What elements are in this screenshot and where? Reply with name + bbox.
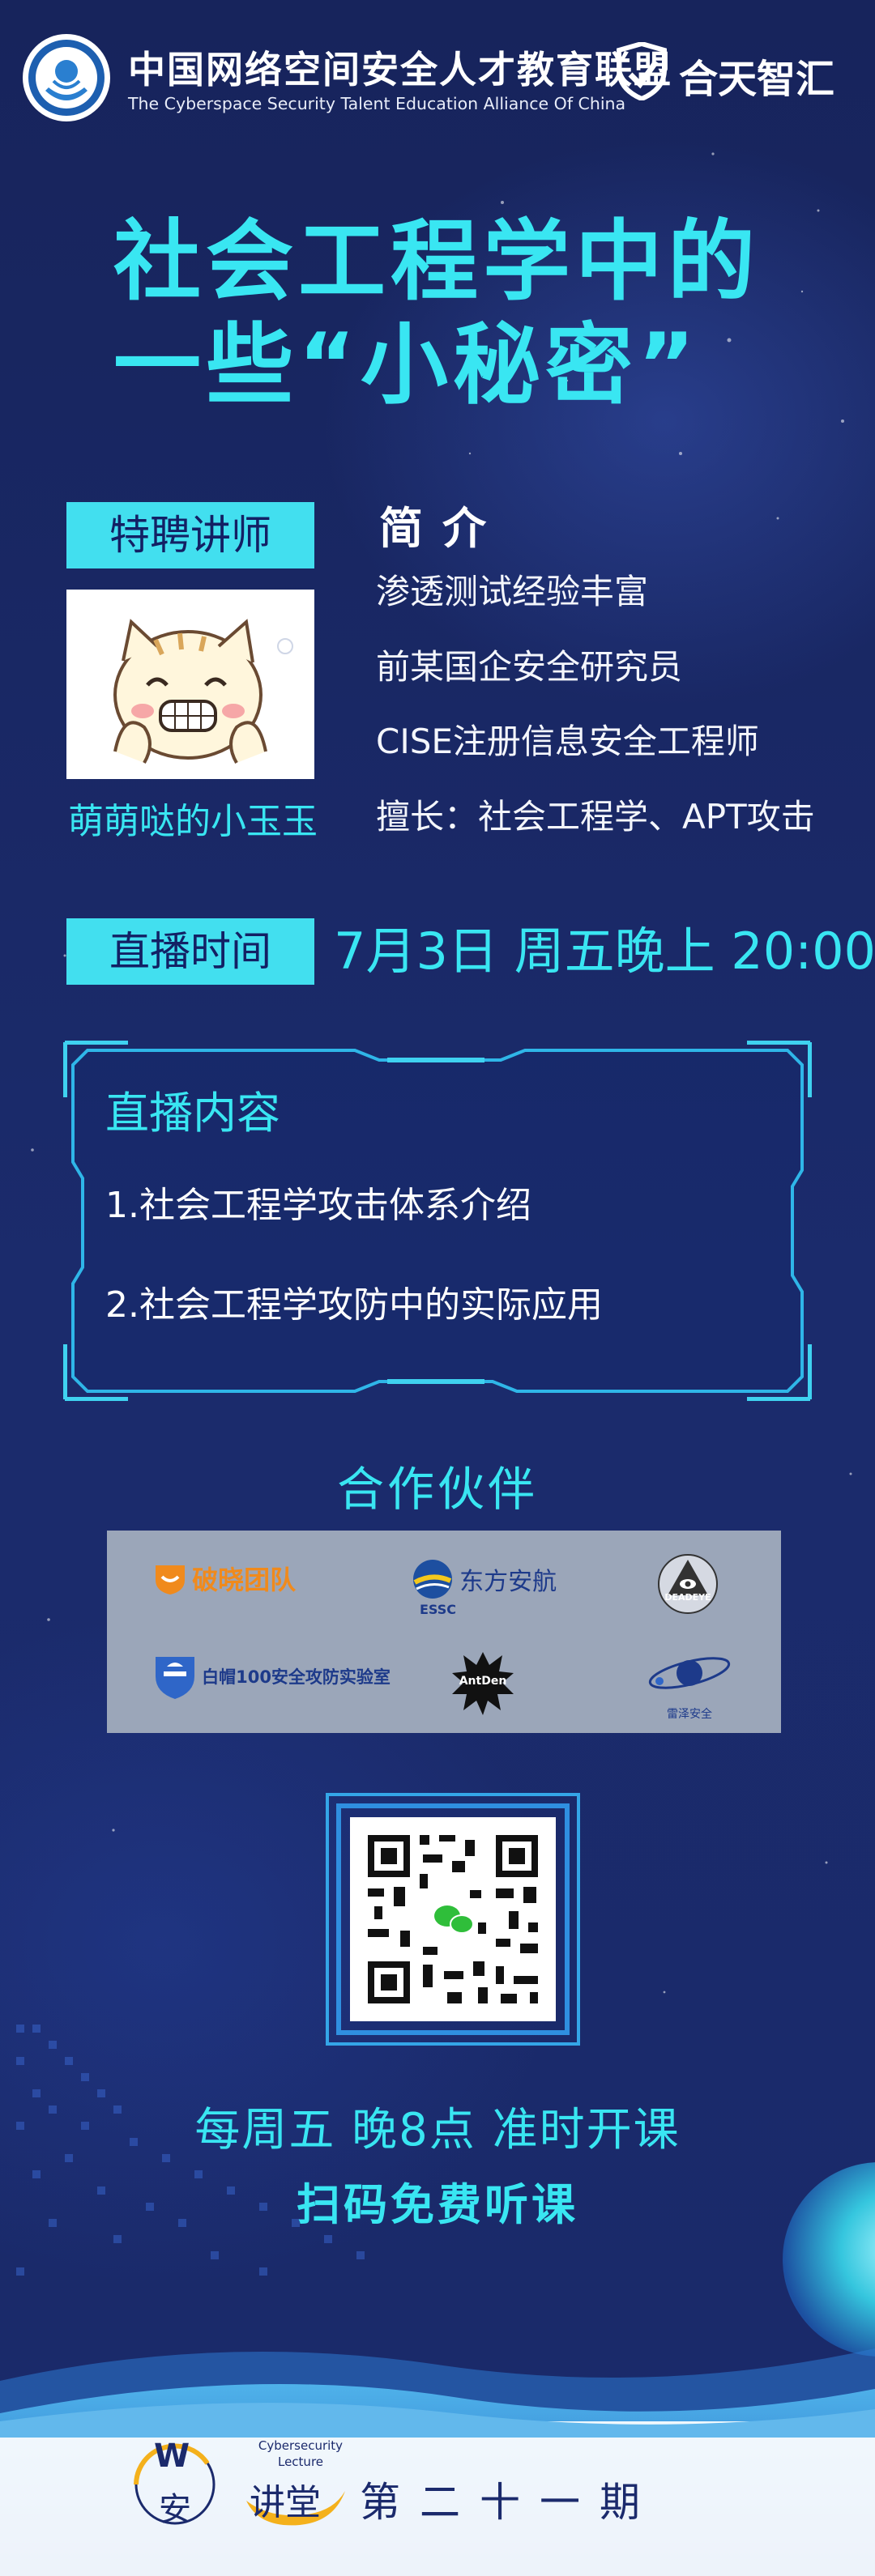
lecturer-avatar (66, 590, 314, 779)
w-letter: W (154, 2438, 190, 2475)
lecture-en-label: Cybersecurity Lecture (258, 2438, 344, 2469)
lecturer-badge: 特聘讲师 (66, 502, 314, 568)
schedule-slogan: 每周五 晚8点 准时开课 (194, 2104, 681, 2157)
lecture-cn-label: 讲堂 (250, 2482, 321, 2523)
scan-prompt: 扫码免费听课 (297, 2179, 578, 2230)
issue-period: 第二十一期 (360, 2479, 659, 2526)
alliance-name-cn: 中国网络空间安全人才教育联盟 (128, 48, 672, 92)
lecturer-name: 萌萌哒的小玉玉 (68, 801, 318, 842)
partners-heading: 合作伙伴 (336, 1462, 538, 1517)
baimao-shield-icon (156, 1657, 194, 1699)
intro-line: 渗透测试经验丰富 (376, 572, 649, 611)
content-heading: 直播内容 (105, 1088, 280, 1139)
content-item: 1.社会工程学攻击体系介绍 (105, 1185, 531, 1226)
partner-dongfang: 东方安航 ESSC (410, 1556, 557, 1617)
essc-label: ESSC (420, 1602, 456, 1617)
alliance-name-en: The Cyberspace Security Talent Education… (128, 94, 626, 113)
intro-heading: 简介 (379, 503, 506, 554)
leize-planet-icon (648, 1657, 731, 1689)
intro-line: 前某国企安全研究员 (376, 647, 683, 687)
partner-antden: AntDen (449, 1649, 517, 1717)
partners-logo-panel: 破晓团队 东方安航 ESSC DEADEYE 白帽100安全攻防实验室 AntD… (107, 1531, 781, 1733)
dongfang-globe-icon (413, 1560, 452, 1599)
hetian-shield-icon (617, 42, 667, 100)
deadeye-eye-icon (658, 1554, 718, 1614)
partner-baimao100: 白帽100安全攻防实验室 (152, 1652, 391, 1701)
partner-leize: 雷泽安全 (645, 1646, 734, 1722)
main-title-line1: 社会工程学中的 (113, 211, 761, 313)
content-item: 2.社会工程学攻防中的实际应用 (105, 1284, 603, 1326)
partner-deadeye: DEADEYE (655, 1552, 721, 1618)
alliance-logo (23, 34, 110, 121)
cat-avatar-illustration (113, 619, 293, 764)
intro-line: CISE注册信息安全工程师 (376, 722, 759, 761)
live-time-badge: 直播时间 (66, 918, 314, 985)
brand-name: 合天智汇 (679, 57, 835, 102)
intro-line: 擅长：社会工程学、APT攻击 (376, 797, 815, 837)
partner-poxiao: 破晓团队 (152, 1560, 296, 1597)
main-title-line2: 一些“小秘密” (113, 315, 700, 416)
live-time-value: 7月3日 周五晚上 20:00 (334, 922, 875, 981)
an-char: 安 (159, 2491, 191, 2528)
poxiao-shield-icon (156, 1565, 185, 1595)
